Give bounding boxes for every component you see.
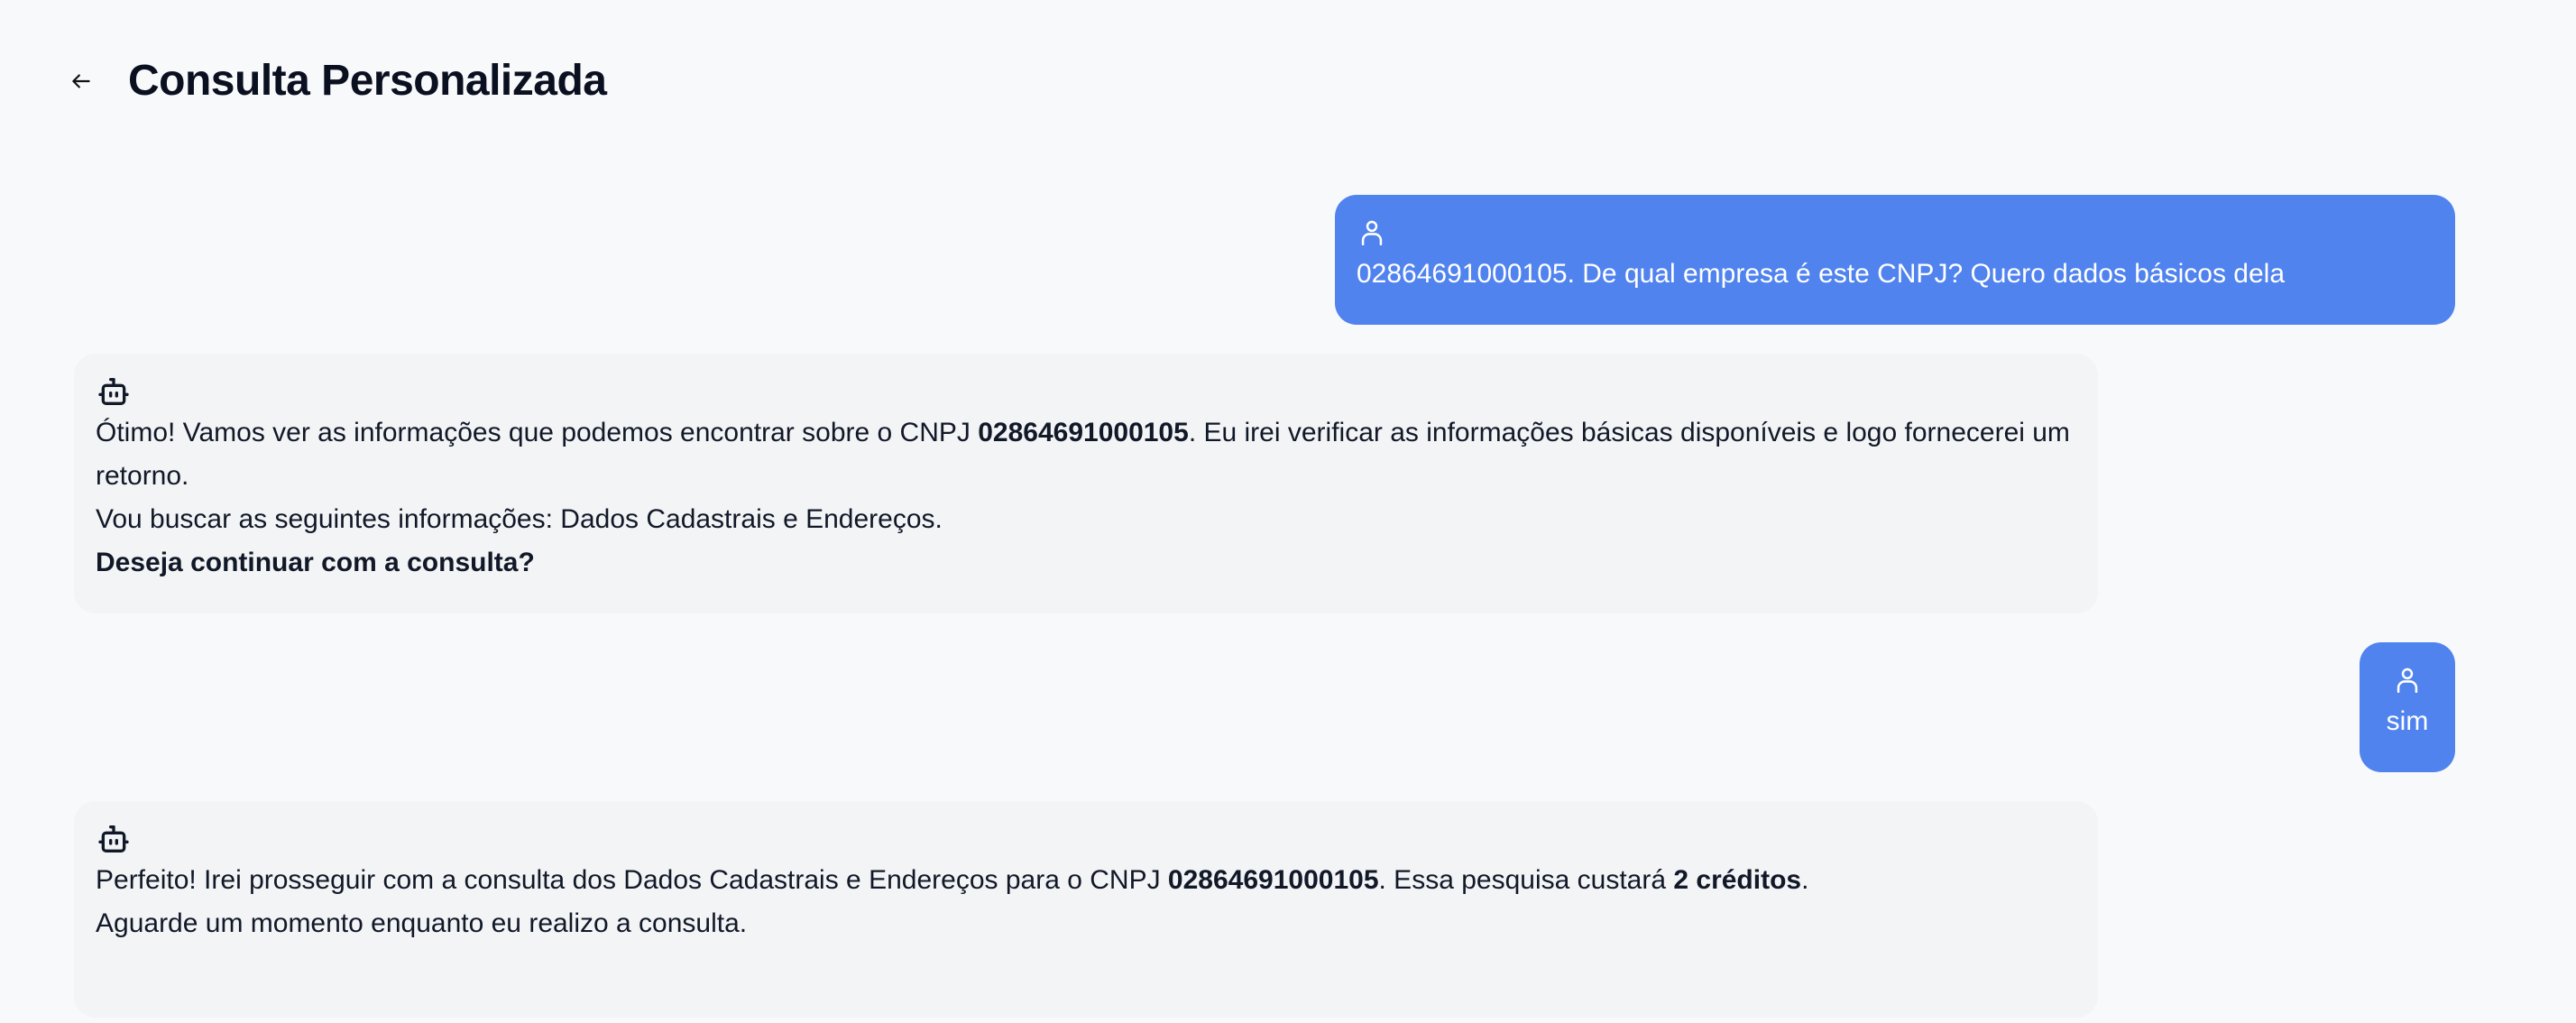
cnpj-value: 02864691000105 — [978, 418, 1189, 447]
user-message: 02864691000105. De qual empresa é este C… — [1335, 195, 2455, 325]
robot-icon — [98, 378, 129, 405]
message-text: Aguarde um momento enquanto eu realizo a… — [96, 908, 748, 938]
bot-message: Perfeito! Irei prosseguir com a consulta… — [74, 801, 2098, 1018]
message-text: 02864691000105. De qual empresa é este C… — [1357, 259, 2286, 289]
message-question: Deseja continuar com a consulta? — [96, 548, 535, 577]
user-message: sim — [2360, 642, 2455, 772]
message-text: Perfeito! Irei prosseguir com a consulta… — [96, 865, 1809, 895]
message-text: Ótimo! Vamos ver as informações que pode… — [96, 418, 2070, 491]
page-header: Consulta Personalizada — [65, 56, 607, 106]
back-button[interactable] — [65, 65, 97, 97]
message-text: sim — [2386, 706, 2429, 736]
user-icon — [1361, 220, 1383, 246]
cnpj-value: 02864691000105 — [1167, 865, 1379, 895]
bot-message: Ótimo! Vamos ver as informações que pode… — [74, 354, 2098, 613]
message-text: Vou buscar as seguintes informações: Dad… — [96, 504, 943, 534]
page-title: Consulta Personalizada — [128, 57, 607, 105]
credits-value: 2 créditos — [1673, 865, 1802, 895]
user-icon — [2397, 668, 2418, 694]
arrow-left-icon — [72, 73, 90, 88]
robot-icon — [98, 825, 129, 852]
